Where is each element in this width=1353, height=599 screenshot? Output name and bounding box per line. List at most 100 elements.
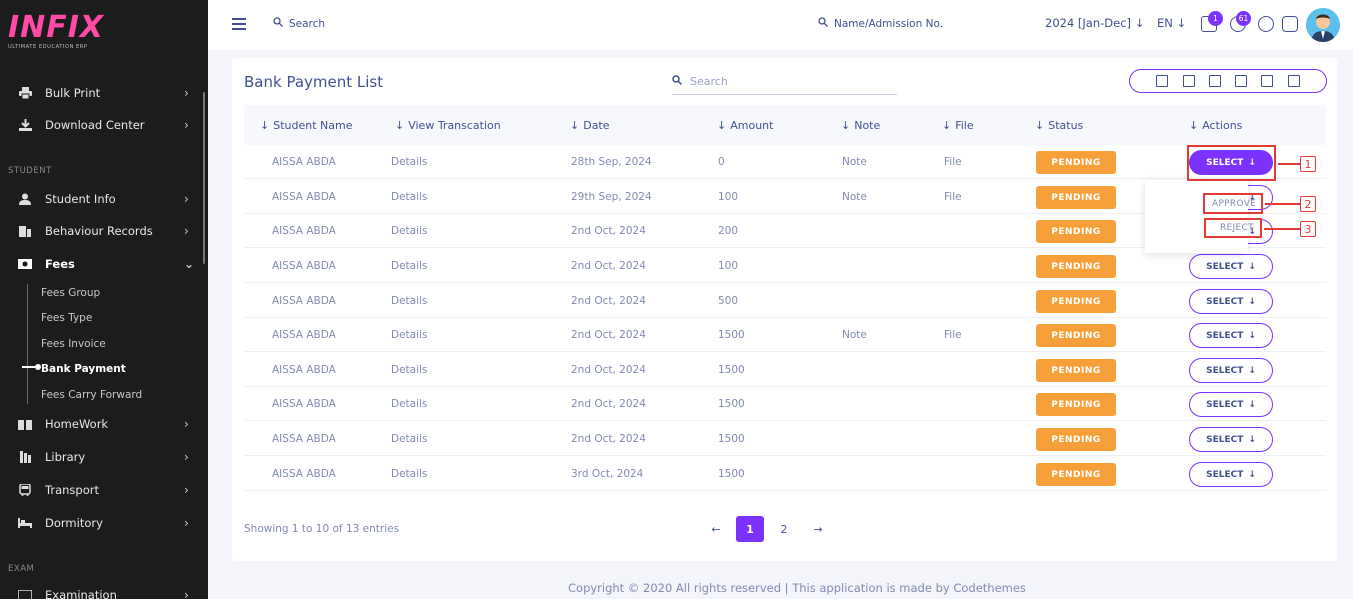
sidebar-subitem-fees-carry-forward[interactable]: Fees Carry Forward bbox=[41, 389, 142, 401]
sidebar-item-download-center[interactable]: Download Center › bbox=[0, 112, 204, 138]
page-button-1[interactable]: 1 bbox=[736, 516, 764, 542]
cell-amount: 1500 bbox=[718, 329, 745, 341]
csv-icon[interactable] bbox=[1208, 75, 1221, 87]
table-row: AISSA ABDA Details 3rd Oct, 2024 1500 PENDIN… bbox=[244, 457, 1326, 491]
chat-badge: 1 bbox=[1208, 11, 1223, 26]
column-header-amount[interactable]: ↓ Amount bbox=[717, 105, 773, 145]
search-icon bbox=[273, 17, 283, 30]
search-icon bbox=[672, 74, 683, 88]
language-select[interactable]: EN ↓ bbox=[1157, 16, 1186, 30]
cell-file[interactable]: File bbox=[944, 145, 962, 179]
arrow-down-icon: ↓ bbox=[1248, 261, 1256, 272]
sidebar-item-examination[interactable]: Examination › bbox=[0, 582, 204, 599]
cell-amount: 0 bbox=[718, 156, 725, 168]
highlight-box-reject bbox=[1204, 218, 1262, 238]
cell-details[interactable]: Details bbox=[391, 284, 427, 318]
sidebar-scrollbar[interactable] bbox=[203, 92, 205, 264]
select-action-button[interactable]: SELECT ↓ bbox=[1189, 392, 1273, 417]
cell-file[interactable]: File bbox=[944, 318, 962, 352]
cell-details[interactable]: Details bbox=[391, 387, 427, 421]
column-header-view-transaction[interactable]: ↓ View Transcation bbox=[395, 105, 501, 145]
excel-icon[interactable] bbox=[1182, 75, 1195, 87]
exam-icon bbox=[18, 589, 32, 599]
column-header-note[interactable]: ↓ Note bbox=[841, 105, 880, 145]
sidebar-subitem-fees-type[interactable]: Fees Type bbox=[41, 312, 92, 324]
column-header-file[interactable]: ↓ File bbox=[942, 105, 974, 145]
status-badge: PENDING bbox=[1036, 186, 1116, 209]
sidebar-subitem-fees-invoice[interactable]: Fees Invoice bbox=[41, 338, 106, 350]
report-icon[interactable] bbox=[1282, 16, 1298, 32]
cell-details[interactable]: Details bbox=[391, 249, 427, 283]
logo[interactable]: INFIX ULTIMATE EDUCATION ERP bbox=[8, 13, 104, 51]
sidebar: INFIX ULTIMATE EDUCATION ERP Bulk Print … bbox=[0, 0, 208, 599]
cell-details[interactable]: Details bbox=[391, 457, 427, 491]
chevron-down-icon: ⌄ bbox=[184, 257, 195, 271]
table-header: ↓ Student Name ↓ View Transcation ↓ Date ↓ A… bbox=[244, 105, 1326, 145]
printer-icon bbox=[18, 87, 32, 100]
select-label: SELECT bbox=[1206, 330, 1244, 341]
cell-note[interactable]: Note bbox=[842, 318, 867, 352]
print-icon[interactable] bbox=[1261, 75, 1274, 87]
top-search[interactable]: Search bbox=[273, 17, 325, 30]
sidebar-item-dormitory[interactable]: Dormitory › bbox=[0, 510, 204, 536]
sidebar-subitem-bank-payment[interactable]: Bank Payment bbox=[41, 363, 126, 375]
cell-note[interactable]: Note bbox=[842, 180, 867, 214]
table-row: AISSA ABDA Details 2nd Oct, 2024 1500 Note Fi… bbox=[244, 318, 1326, 352]
cell-name: AISSA ABDA bbox=[272, 225, 336, 237]
session-select[interactable]: 2024 [Jan-Dec] ↓ bbox=[1045, 16, 1144, 30]
globe-icon[interactable] bbox=[1258, 16, 1274, 32]
cell-details[interactable]: Details bbox=[391, 353, 427, 387]
sidebar-subitem-fees-group[interactable]: Fees Group bbox=[41, 287, 100, 299]
select-action-button[interactable]: SELECT ↓ bbox=[1189, 462, 1273, 487]
select-action-button[interactable]: SELECT ↓ bbox=[1189, 427, 1273, 452]
arrow-down-icon: ↓ bbox=[1248, 434, 1256, 445]
select-label: SELECT bbox=[1206, 261, 1244, 272]
header-label: Amount bbox=[730, 118, 774, 132]
column-header-student-name[interactable]: ↓ Student Name bbox=[260, 105, 352, 145]
cell-note[interactable]: Note bbox=[842, 145, 867, 179]
cell-date: 29th Sep, 2024 bbox=[571, 191, 652, 203]
sidebar-item-homework[interactable]: HomeWork › bbox=[0, 411, 204, 437]
cell-date: 2nd Oct, 2024 bbox=[571, 433, 646, 445]
student-search[interactable]: Name/Admission No. bbox=[818, 17, 943, 30]
cell-name: AISSA ABDA bbox=[272, 398, 336, 410]
sidebar-item-label: Behaviour Records bbox=[45, 224, 153, 238]
sidebar-item-bulk-print[interactable]: Bulk Print › bbox=[0, 80, 204, 106]
cell-date: 3rd Oct, 2024 bbox=[571, 468, 644, 480]
cell-name: AISSA ABDA bbox=[272, 156, 336, 168]
callout-2: 2 bbox=[1265, 196, 1316, 212]
column-header-actions[interactable]: ↓ Actions bbox=[1189, 105, 1242, 145]
column-header-status[interactable]: ↓ Status bbox=[1035, 105, 1083, 145]
menu-icon[interactable] bbox=[232, 18, 246, 30]
cell-details[interactable]: Details bbox=[391, 422, 427, 456]
cell-details[interactable]: Details bbox=[391, 318, 427, 352]
select-action-button[interactable]: SELECT ↓ bbox=[1189, 323, 1273, 348]
select-action-button[interactable]: SELECT ↓ bbox=[1189, 358, 1273, 383]
sidebar-item-library[interactable]: Library › bbox=[0, 444, 204, 470]
sidebar-item-behaviour-records[interactable]: Behaviour Records › bbox=[0, 218, 204, 244]
sidebar-item-label: Bulk Print bbox=[45, 86, 101, 100]
arrow-down-icon: ↓ bbox=[1248, 469, 1256, 480]
cell-file[interactable]: File bbox=[944, 180, 962, 214]
select-action-button[interactable]: SELECT ↓ bbox=[1189, 254, 1273, 279]
cell-details[interactable]: Details bbox=[391, 145, 427, 179]
sidebar-item-fees[interactable]: Fees ⌄ bbox=[0, 251, 204, 277]
cell-details[interactable]: Details bbox=[391, 214, 427, 248]
table-search-input[interactable]: Search bbox=[672, 68, 897, 95]
next-page-button[interactable]: → bbox=[804, 516, 832, 542]
cell-date: 2nd Oct, 2024 bbox=[571, 260, 646, 272]
cell-details[interactable]: Details bbox=[391, 180, 427, 214]
copy-icon[interactable] bbox=[1156, 75, 1169, 87]
select-action-button[interactable]: SELECT ↓ bbox=[1189, 289, 1273, 314]
columns-icon[interactable] bbox=[1287, 75, 1300, 87]
chevron-right-icon: › bbox=[184, 516, 189, 530]
sidebar-item-student-info[interactable]: Student Info › bbox=[0, 186, 204, 212]
sidebar-item-transport[interactable]: Transport › bbox=[0, 477, 204, 503]
prev-page-button[interactable]: ← bbox=[702, 516, 730, 542]
select-label: SELECT bbox=[1206, 434, 1244, 445]
avatar[interactable] bbox=[1306, 8, 1340, 42]
pdf-icon[interactable] bbox=[1235, 75, 1248, 87]
column-header-date[interactable]: ↓ Date bbox=[570, 105, 610, 145]
page-button-2[interactable]: 2 bbox=[770, 516, 798, 542]
sort-icon: ↓ bbox=[1189, 118, 1199, 132]
